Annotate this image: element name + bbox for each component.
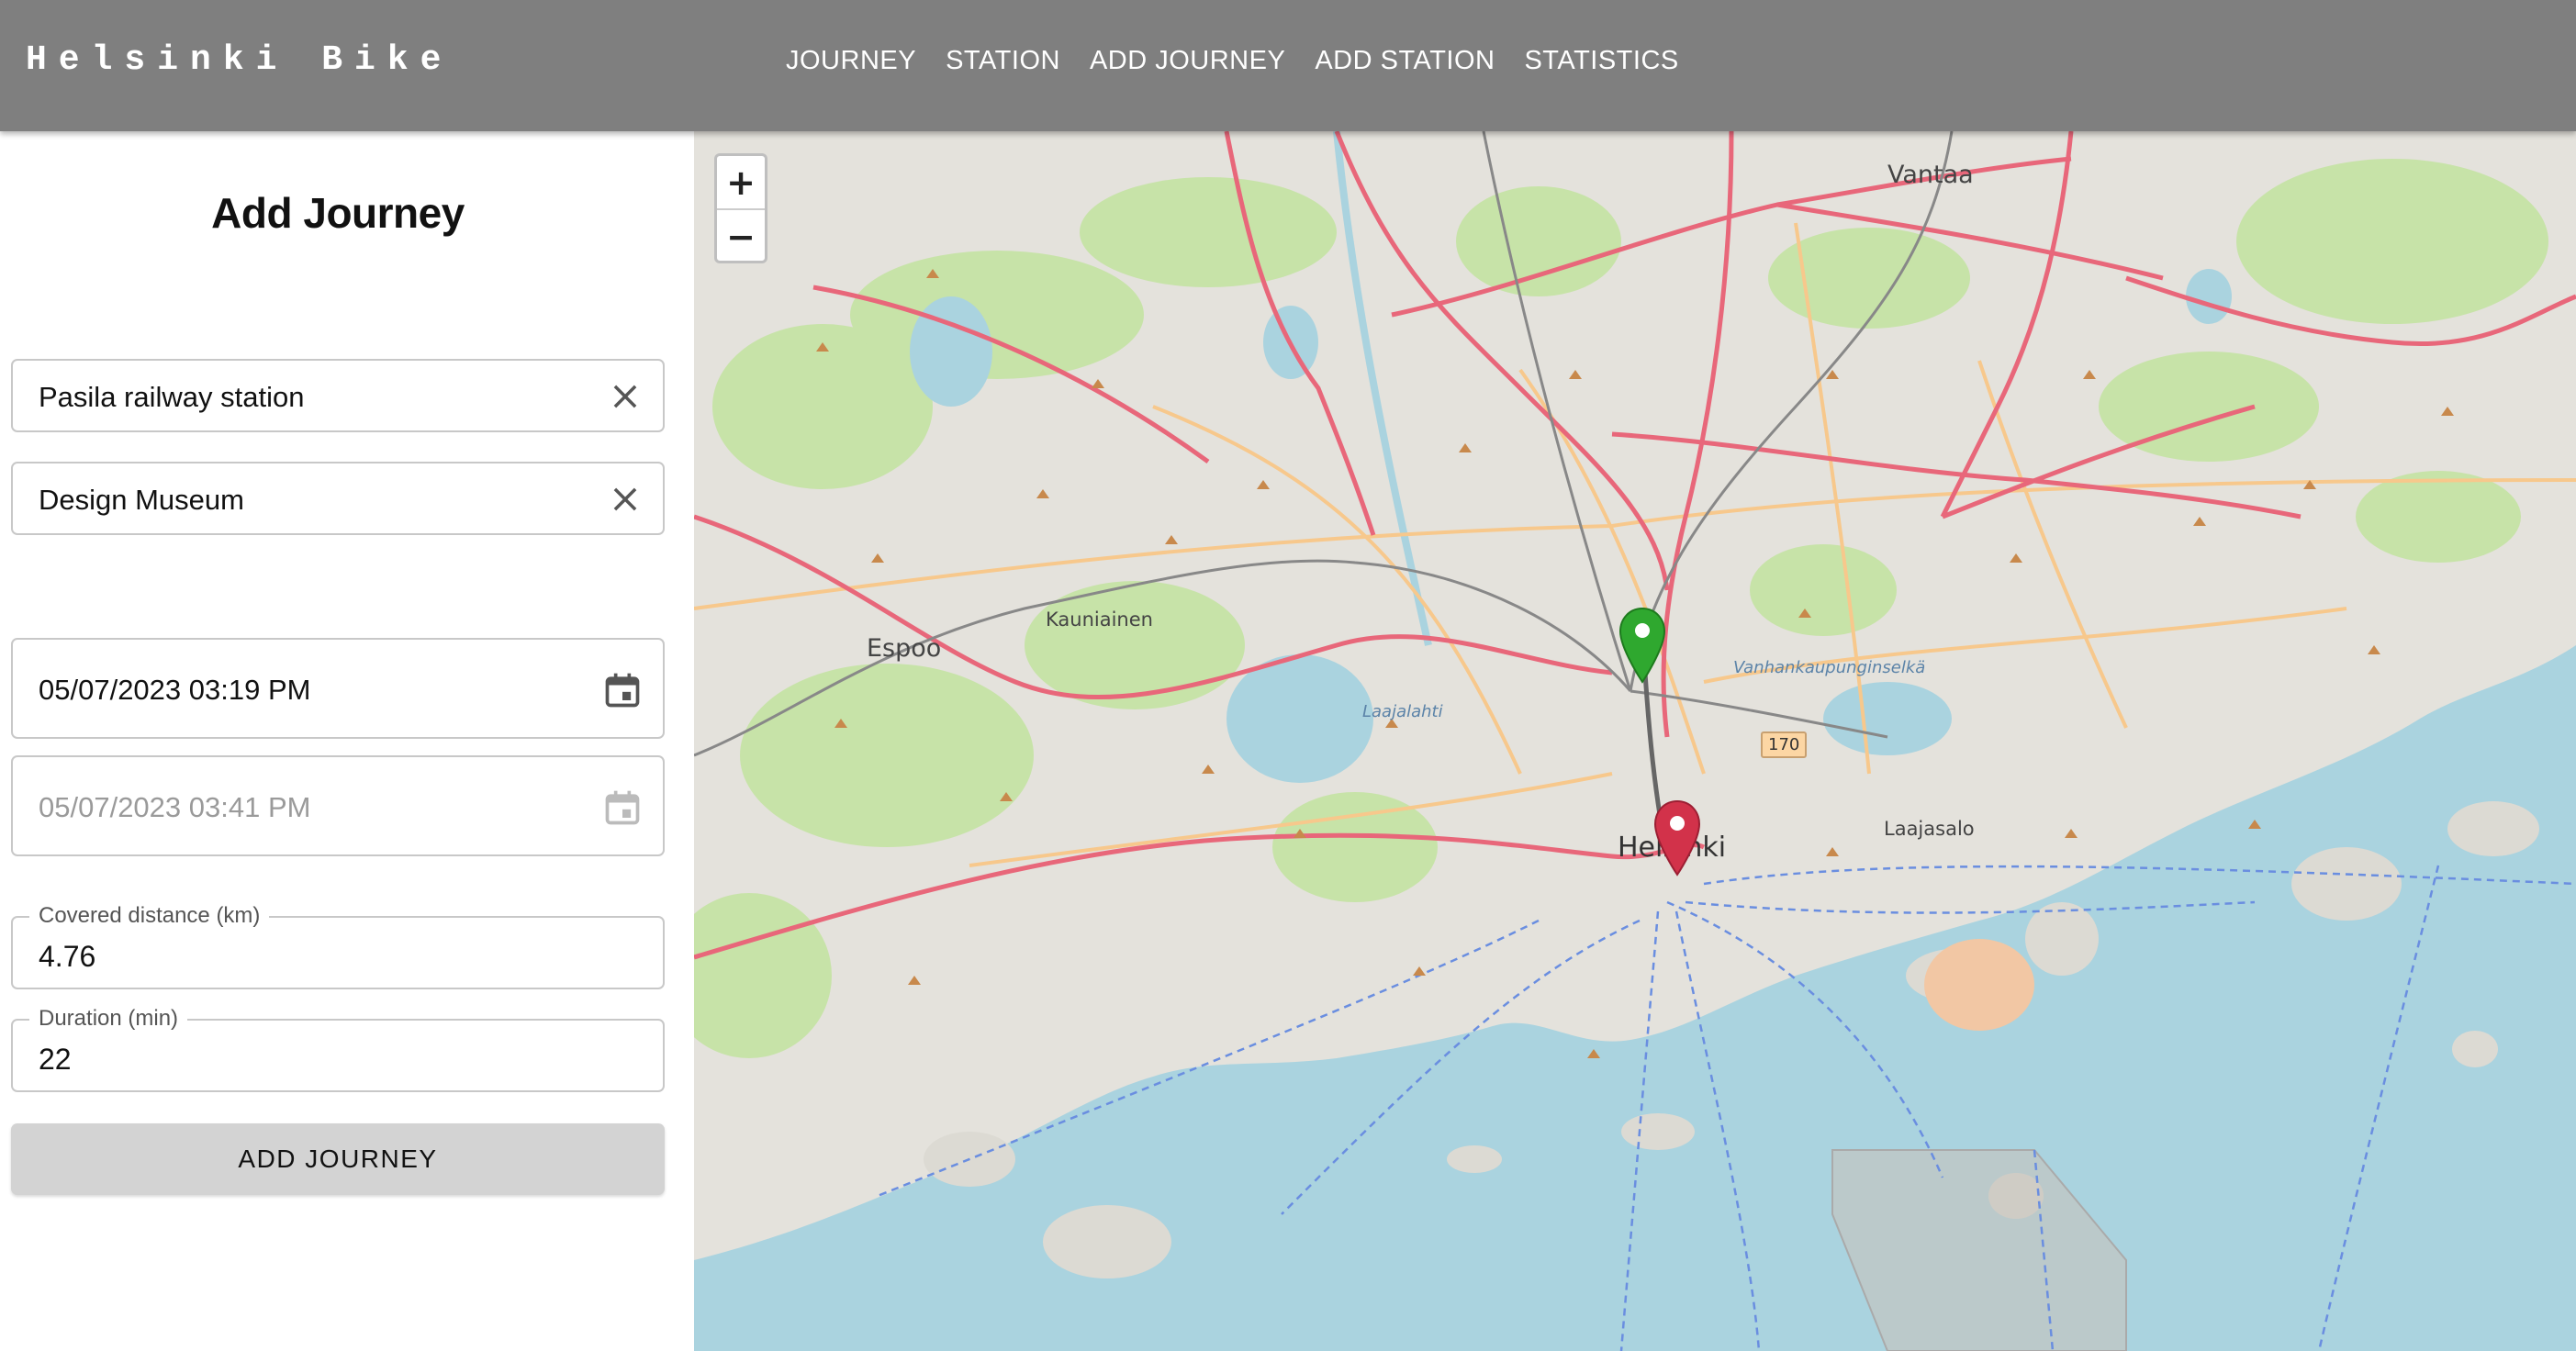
return-time-field (11, 755, 665, 856)
duration-input[interactable] (37, 1041, 573, 1077)
map-view[interactable]: Vantaa Espoo Kauniainen Helsinki Laajasa… (694, 131, 2576, 1351)
page-title: Add Journey (211, 189, 465, 237)
calendar-icon[interactable] (602, 787, 643, 829)
nav-statistics[interactable]: STATISTICS (1509, 42, 1693, 79)
road-number-badge: 170 (1761, 731, 1808, 758)
label-vanhankaupunginselka: Vanhankaupunginselkä (1733, 658, 1926, 677)
app-header: Helsinki Bike JOURNEY STATION ADD JOURNE… (0, 0, 2576, 131)
distance-label: Covered distance (km) (29, 903, 270, 929)
add-journey-button[interactable]: ADD JOURNEY (11, 1123, 665, 1195)
brand-title[interactable]: Helsinki Bike (26, 40, 453, 80)
distance-input[interactable] (37, 938, 573, 975)
return-station-field (11, 462, 665, 535)
main-nav: JOURNEY STATION ADD JOURNEY ADD STATION … (771, 42, 1694, 79)
start-marker-icon[interactable] (1618, 607, 1667, 684)
departure-time-field (11, 638, 665, 739)
end-marker-icon[interactable] (1652, 799, 1702, 876)
duration-field: Duration (min) (11, 1006, 665, 1092)
departure-station-field (11, 359, 665, 432)
nav-station[interactable]: STATION (931, 42, 1075, 79)
return-time-input[interactable] (37, 788, 573, 827)
zoom-out-button[interactable]: − (717, 210, 765, 262)
distance-field: Covered distance (km) (11, 903, 665, 989)
label-laajasalo: Laajasalo (1884, 818, 1975, 840)
calendar-icon[interactable] (602, 669, 643, 711)
return-station-input[interactable] (37, 482, 573, 519)
add-journey-panel: Add Journey Covered (0, 131, 694, 1351)
label-espoo: Espoo (867, 634, 942, 663)
nav-add-station[interactable]: ADD STATION (1300, 42, 1509, 79)
label-kauniainen: Kauniainen (1046, 609, 1153, 631)
departure-station-input[interactable] (37, 379, 573, 416)
nav-add-journey[interactable]: ADD JOURNEY (1075, 42, 1300, 79)
departure-time-input[interactable] (37, 671, 573, 709)
label-vantaa: Vantaa (1887, 161, 1974, 189)
clear-departure-icon[interactable] (608, 379, 643, 414)
nav-journey[interactable]: JOURNEY (771, 42, 931, 79)
map-tiles (694, 131, 2576, 1351)
clear-return-icon[interactable] (608, 482, 643, 517)
zoom-in-button[interactable]: + (717, 156, 765, 210)
duration-label: Duration (min) (29, 1006, 188, 1032)
zoom-control: + − (714, 153, 767, 263)
label-laajalahti: Laajalahti (1362, 702, 1443, 721)
